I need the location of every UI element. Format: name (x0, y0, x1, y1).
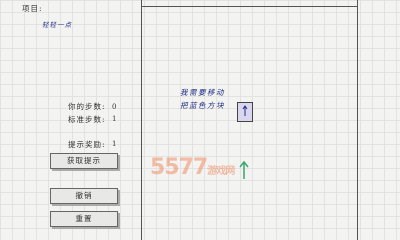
hints-label: 提示奖励: (68, 140, 106, 149)
standard-steps-value: 1 (112, 115, 117, 123)
direction-arrow-icon (239, 160, 249, 179)
hint-line-1: 我需要移动 (180, 88, 225, 97)
board-top-border (141, 6, 357, 7)
get-hint-button[interactable]: 获取提示 (50, 153, 118, 169)
standard-steps-label: 标准步数: (68, 115, 106, 124)
watermark-logo: 5577游戏网 (150, 155, 235, 180)
hint-line-2: 把蓝色方块 (180, 101, 225, 110)
watermark-suffix: 游戏网 (207, 166, 235, 177)
your-steps-label: 你的步数: (68, 102, 106, 111)
watermark-brand: 5577 (150, 155, 208, 180)
reset-button[interactable]: 重置 (50, 211, 118, 227)
hints-value: 1 (112, 140, 117, 148)
item-value: 轻轻一点 (42, 21, 72, 29)
your-steps-value: 0 (112, 103, 117, 111)
item-label: 项目: (22, 4, 43, 13)
tile-mark-icon (242, 105, 248, 116)
blue-tile[interactable] (237, 102, 253, 122)
undo-button[interactable]: 撤销 (50, 188, 118, 204)
